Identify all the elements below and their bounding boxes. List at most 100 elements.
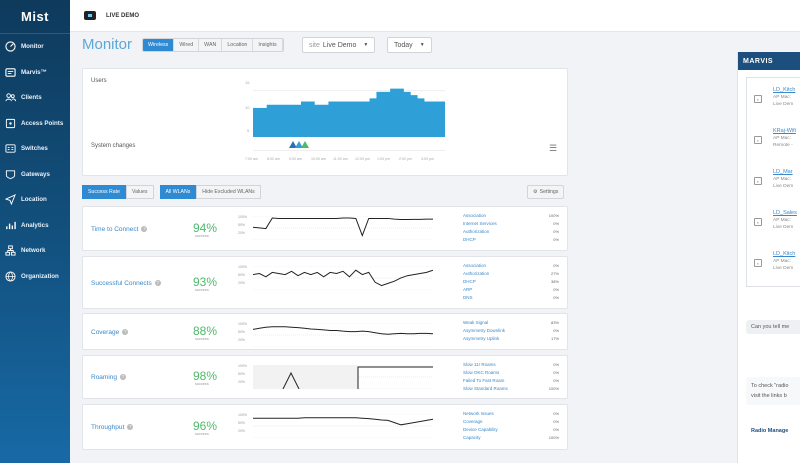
classifier-link[interactable]: Capacity	[463, 435, 481, 440]
sle-metric-card[interactable]: Time to Connect? 94% success 100% 50% 20% Asso…	[82, 206, 568, 251]
mist-logo[interactable]: Mist	[0, 0, 70, 34]
classifier-link[interactable]: Internet Services	[463, 221, 497, 226]
marvis-result-item[interactable]: ▪ LD_Kitch AP Mac: Live Dem	[747, 82, 800, 122]
metric-success-label: success	[195, 287, 209, 292]
metric-y-tick: 100%	[238, 322, 247, 326]
sidebar-item-label: Access Points	[21, 119, 64, 127]
metric-name: Time to Connect	[91, 225, 139, 233]
classifier-link[interactable]: Network Issues	[463, 411, 494, 416]
users-x-tick: 9:00 am	[289, 157, 302, 161]
sle-metric-card[interactable]: Throughput? 96% success 100% 50% 20% Network I…	[82, 404, 568, 450]
sidebar: Mist Monitor Marvis™ Clients Access Poin…	[0, 0, 70, 463]
system-change-markers[interactable]	[289, 140, 311, 149]
sle-controls: Success Rate Values All WLANs Hide Exclu…	[82, 185, 261, 199]
marvis-icon	[4, 66, 16, 78]
filter-sliders-icon[interactable]: ☰	[549, 143, 557, 154]
classifier-link[interactable]: DNS	[463, 295, 473, 300]
sidebar-item-gateways[interactable]: Gateways	[0, 162, 70, 188]
users-y-tick: 10	[245, 105, 250, 110]
classifier-link[interactable]: Weak Signal	[463, 320, 488, 325]
classifier-link[interactable]: Failed To Fast Roam	[463, 378, 504, 383]
sle-metric-card[interactable]: Successful Connects? 93% success 100% 50% 20%…	[82, 256, 568, 309]
marvis-result-mac: AP Mac:	[773, 95, 792, 100]
device-icon: ▪	[754, 177, 762, 185]
classifier-link[interactable]: DHCP	[463, 237, 476, 242]
sidebar-item-location[interactable]: Location	[0, 187, 70, 213]
classifier-link[interactable]: Slow Standard Roams	[463, 386, 508, 391]
classifier-link[interactable]: Asymmetry Downlink	[463, 328, 505, 333]
sidebar-item-switches[interactable]: Switches	[0, 136, 70, 162]
marvis-result-name[interactable]: LD_Kitch	[773, 251, 795, 257]
marvis-result-item[interactable]: ▪ LD_Kitch AP Mac: Live Dem	[747, 246, 800, 286]
metric-label: Coverage?	[91, 328, 129, 336]
help-icon[interactable]: ?	[120, 374, 127, 381]
sidebar-item-network[interactable]: Network	[0, 238, 70, 264]
metric-sparkline[interactable]	[253, 414, 433, 438]
gateway-icon	[4, 168, 16, 180]
metric-y-tick: 50%	[238, 421, 246, 425]
classifier-value: 83%	[550, 320, 559, 325]
help-icon[interactable]: ?	[127, 424, 134, 431]
all-wlans-button[interactable]: All WLANs	[159, 185, 197, 199]
sidebar-item-label: Analytics	[21, 221, 49, 229]
classifier-value: 100%	[548, 213, 559, 218]
classifier-link[interactable]: Authorization	[463, 229, 489, 234]
metric-y-tick: 100%	[238, 265, 247, 269]
settings-button[interactable]: ⚙ Settings	[527, 185, 565, 199]
classifier-link[interactable]: Authorization	[463, 271, 489, 276]
help-icon[interactable]: ?	[122, 328, 129, 335]
org-name[interactable]: LIVE DEMO	[106, 13, 139, 19]
site-dropdown[interactable]: site Live Demo ▼	[302, 37, 376, 53]
sle-metric-card[interactable]: Coverage? 88% success 100% 50% 20% Weak Signal…	[82, 313, 568, 350]
metric-sparkline[interactable]	[253, 216, 433, 240]
sle-metric-card[interactable]: Roaming? 98% success 100% 50% 20% Slow 11r Roa…	[82, 355, 568, 399]
classifier-link[interactable]: Association	[463, 263, 486, 268]
help-icon[interactable]: ?	[141, 225, 148, 232]
sidebar-item-label: Organization	[21, 272, 59, 280]
tab-location[interactable]: Location	[222, 39, 254, 51]
tab-insights[interactable]: Insights	[253, 39, 283, 51]
marvis-result-item[interactable]: ▪ LD_Sales AP Mac: Live Dem	[747, 205, 800, 245]
marvis-result-name[interactable]: LD_Kitch	[773, 87, 795, 93]
marvis-answer-line: visit the links b	[751, 393, 787, 399]
metric-sparkline[interactable]	[253, 266, 433, 290]
sidebar-item-clients[interactable]: Clients	[0, 85, 70, 111]
sidebar-item-organization[interactable]: Organization	[0, 264, 70, 290]
time-range-value: Today	[394, 41, 413, 49]
marvis-result-name[interactable]: LD_Sales	[773, 210, 797, 216]
marvis-result-item[interactable]: ▪ LD_Mar AP Mac: Live Dem	[747, 164, 800, 204]
classifier-link[interactable]: Device Capability	[463, 427, 498, 432]
sidebar-item-monitor[interactable]: Monitor	[0, 34, 70, 60]
users-area-chart[interactable]	[253, 79, 445, 137]
marvis-result-item[interactable]: ▪ KRaj-Wifi AP Mac: Remote -	[747, 123, 800, 163]
classifier-link[interactable]: Association	[463, 213, 486, 218]
marvis-result-name[interactable]: LD_Mar	[773, 169, 793, 175]
chevron-down-icon: ▼	[419, 42, 425, 48]
classifier-link[interactable]: Coverage	[463, 419, 483, 424]
tab-wan[interactable]: WAN	[199, 39, 223, 51]
marvis-result-name[interactable]: KRaj-Wifi	[773, 128, 796, 134]
classifier-link[interactable]: DHCP	[463, 279, 476, 284]
sidebar-item-marvis[interactable]: Marvis™	[0, 60, 70, 86]
metric-label: Roaming?	[91, 374, 127, 381]
tab-wireless[interactable]: Wireless	[143, 39, 175, 51]
hide-excluded-wlans-button[interactable]: Hide Excluded WLANs	[196, 185, 261, 199]
sidebar-item-access-points[interactable]: Access Points	[0, 111, 70, 137]
classifier-link[interactable]: ARP	[463, 287, 472, 292]
values-button[interactable]: Values	[126, 185, 154, 199]
sidebar-item-analytics[interactable]: Analytics	[0, 213, 70, 239]
success-rate-button[interactable]: Success Rate	[82, 185, 127, 199]
metric-sparkline[interactable]	[253, 323, 433, 347]
classifier-link[interactable]: Slow OKC Roams	[463, 370, 499, 375]
time-range-dropdown[interactable]: Today ▼	[387, 37, 432, 53]
tab-wired[interactable]: Wired	[174, 39, 200, 51]
users-x-tick: 7:00 am	[245, 157, 258, 161]
metric-sparkline[interactable]	[253, 365, 433, 389]
metric-label: Successful Connects?	[91, 280, 161, 287]
metric-success-pct: 98%	[193, 369, 218, 383]
marvis-link[interactable]: Radio Manage	[746, 424, 800, 438]
classifier-link[interactable]: Asymmetry Uplink	[463, 336, 499, 341]
settings-label: Settings	[539, 189, 559, 195]
help-icon[interactable]: ?	[154, 279, 161, 286]
classifier-link[interactable]: Slow 11r Roams	[463, 362, 496, 367]
